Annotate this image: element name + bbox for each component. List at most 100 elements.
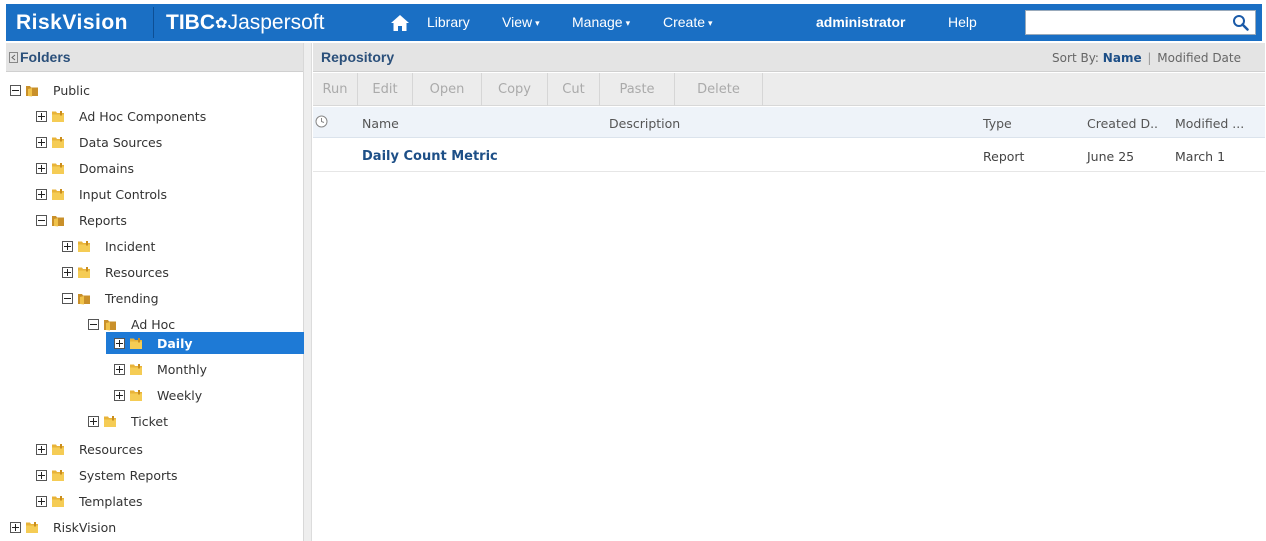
folder-icon — [52, 162, 64, 174]
results-column-headers: Name Description Type Created D.. Modifi… — [313, 107, 1265, 138]
sort-by-modified-date-link[interactable]: Modified Date — [1157, 51, 1241, 65]
folder-tree-item[interactable]: Input Controls — [36, 183, 302, 205]
folder-icon — [52, 443, 64, 455]
expand-plus-icon[interactable] — [36, 495, 47, 507]
search-icon[interactable] — [1232, 14, 1249, 31]
folder-tree-item[interactable]: Public — [10, 79, 302, 101]
folder-tree-item-label: Ad Hoc — [131, 316, 176, 332]
folders-panel: Folders Public Ad Hoc Components Data Sour… — [6, 43, 308, 541]
folder-tree-item[interactable]: RiskVision — [10, 516, 302, 538]
collapse-minus-icon[interactable] — [62, 292, 73, 304]
folder-tree-item[interactable]: Ad Hoc Components — [36, 105, 302, 127]
chevron-down-icon: ▾ — [708, 18, 713, 28]
expand-plus-icon[interactable] — [36, 443, 47, 455]
expand-plus-icon[interactable] — [114, 363, 125, 375]
folder-tree-item-label: Data Sources — [79, 134, 163, 150]
expand-plus-icon[interactable] — [36, 110, 47, 122]
expand-plus-icon[interactable] — [62, 266, 73, 278]
folder-tree-item-label: Public — [53, 82, 90, 98]
folder-tree-item[interactable]: Templates — [36, 490, 302, 512]
nav-create-menu[interactable]: Create ▾ — [663, 4, 713, 41]
folder-icon — [52, 188, 64, 200]
folder-tree-item[interactable]: Weekly — [114, 384, 302, 406]
expand-plus-icon[interactable] — [36, 136, 47, 148]
repository-toolbar: Run Edit Open Copy Cut Paste Delete — [313, 73, 1265, 106]
nav-manage-label: Manage — [572, 14, 623, 30]
column-header-type[interactable]: Type — [983, 116, 1012, 131]
edit-button[interactable]: Edit — [358, 73, 413, 106]
panel-splitter[interactable] — [304, 43, 312, 541]
folder-tree-item-label: Trending — [105, 290, 159, 306]
folder-icon — [78, 266, 90, 278]
sort-controls: Sort By: Name | Modified Date — [1052, 51, 1241, 65]
expand-plus-icon[interactable] — [114, 389, 125, 401]
sort-label: Sort By: — [1052, 51, 1099, 65]
user-menu[interactable]: administrator — [816, 4, 905, 41]
folder-icon — [130, 337, 142, 349]
riskvision-logo[interactable]: RiskVision — [6, 4, 138, 41]
folder-icon — [52, 495, 64, 507]
nav-view-label: View — [502, 14, 533, 30]
folder-open-icon — [52, 215, 64, 226]
nav-view-menu[interactable]: View ▾ — [502, 4, 540, 41]
folder-tree-item-label: Ad Hoc Components — [79, 108, 207, 124]
column-header-modified-date[interactable]: Modified ... — [1175, 116, 1244, 131]
collapse-minus-icon[interactable] — [36, 214, 47, 226]
expand-plus-icon[interactable] — [36, 188, 47, 200]
resource-type: Report — [983, 149, 1025, 164]
folder-tree-item[interactable]: Daily — [106, 332, 308, 354]
folder-tree-item[interactable]: Data Sources — [36, 131, 302, 153]
riskvision-logo-text: RiskVision — [16, 10, 128, 34]
sort-by-name-link[interactable]: Name — [1103, 51, 1142, 65]
collapse-minus-icon[interactable] — [88, 318, 99, 330]
expand-plus-icon[interactable] — [10, 521, 21, 533]
expand-plus-icon[interactable] — [114, 337, 125, 349]
folder-tree-item[interactable]: Trending — [62, 287, 302, 309]
chevron-down-icon: ▾ — [625, 18, 631, 28]
cut-button[interactable]: Cut — [548, 73, 600, 106]
open-button[interactable]: Open — [413, 73, 482, 106]
expand-plus-icon[interactable] — [36, 469, 47, 481]
table-row[interactable]: Daily Count Metric Report June 25 March … — [313, 139, 1265, 172]
folder-tree-item[interactable]: System Reports — [36, 464, 302, 486]
nav-help[interactable]: Help — [948, 4, 977, 41]
folder-tree-item[interactable]: Domains — [36, 157, 302, 179]
paste-button[interactable]: Paste — [600, 73, 675, 106]
nav-manage-menu[interactable]: Manage ▾ — [572, 4, 630, 41]
folder-tree-item-label: Ticket — [131, 413, 168, 429]
collapse-minus-icon[interactable] — [10, 84, 21, 96]
folder-icon — [104, 415, 116, 427]
repository-header: Repository Sort By: Name | Modified Date — [313, 43, 1265, 72]
top-navigation-bar: RiskVision TIBC ✿ Jaspersoft Library View… — [6, 4, 1262, 41]
folder-tree-item[interactable]: Ticket — [88, 410, 302, 432]
copy-button[interactable]: Copy — [482, 73, 548, 106]
folder-open-icon — [26, 85, 38, 96]
folder-tree-item-label: Monthly — [157, 361, 208, 377]
folder-tree-item[interactable]: Incident — [62, 235, 302, 257]
resource-created-date: June 25 — [1087, 149, 1135, 164]
column-header-description[interactable]: Description — [609, 116, 680, 131]
nav-library[interactable]: Library — [427, 4, 470, 41]
folder-tree-item[interactable]: Resources — [62, 261, 302, 283]
expand-plus-icon[interactable] — [36, 162, 47, 174]
folder-tree-item[interactable]: Monthly — [114, 358, 302, 380]
home-icon[interactable] — [390, 13, 410, 33]
folder-tree-item[interactable]: Resources — [36, 438, 302, 460]
folder-icon — [130, 389, 142, 401]
expand-plus-icon[interactable] — [62, 240, 73, 252]
delete-button[interactable]: Delete — [675, 73, 763, 106]
column-header-created-date[interactable]: Created D.. — [1087, 116, 1158, 131]
column-header-name[interactable]: Name — [362, 116, 399, 131]
search-input[interactable] — [1025, 10, 1256, 35]
folder-tree-item-label: System Reports — [79, 467, 178, 483]
folder-icon — [52, 110, 64, 122]
expand-plus-icon[interactable] — [88, 415, 99, 427]
nav-create-label: Create — [663, 14, 706, 30]
folder-tree-item[interactable]: Reports — [36, 209, 302, 231]
resource-name-link[interactable]: Daily Count Metric — [362, 149, 498, 164]
folder-icon — [26, 521, 38, 533]
run-button[interactable]: Run — [313, 73, 358, 106]
jaspersoft-logo-text: Jaspersoft — [227, 10, 325, 34]
panel-collapse-icon[interactable] — [9, 51, 18, 63]
repository-panel: Repository Sort By: Name | Modified Date… — [313, 43, 1266, 541]
